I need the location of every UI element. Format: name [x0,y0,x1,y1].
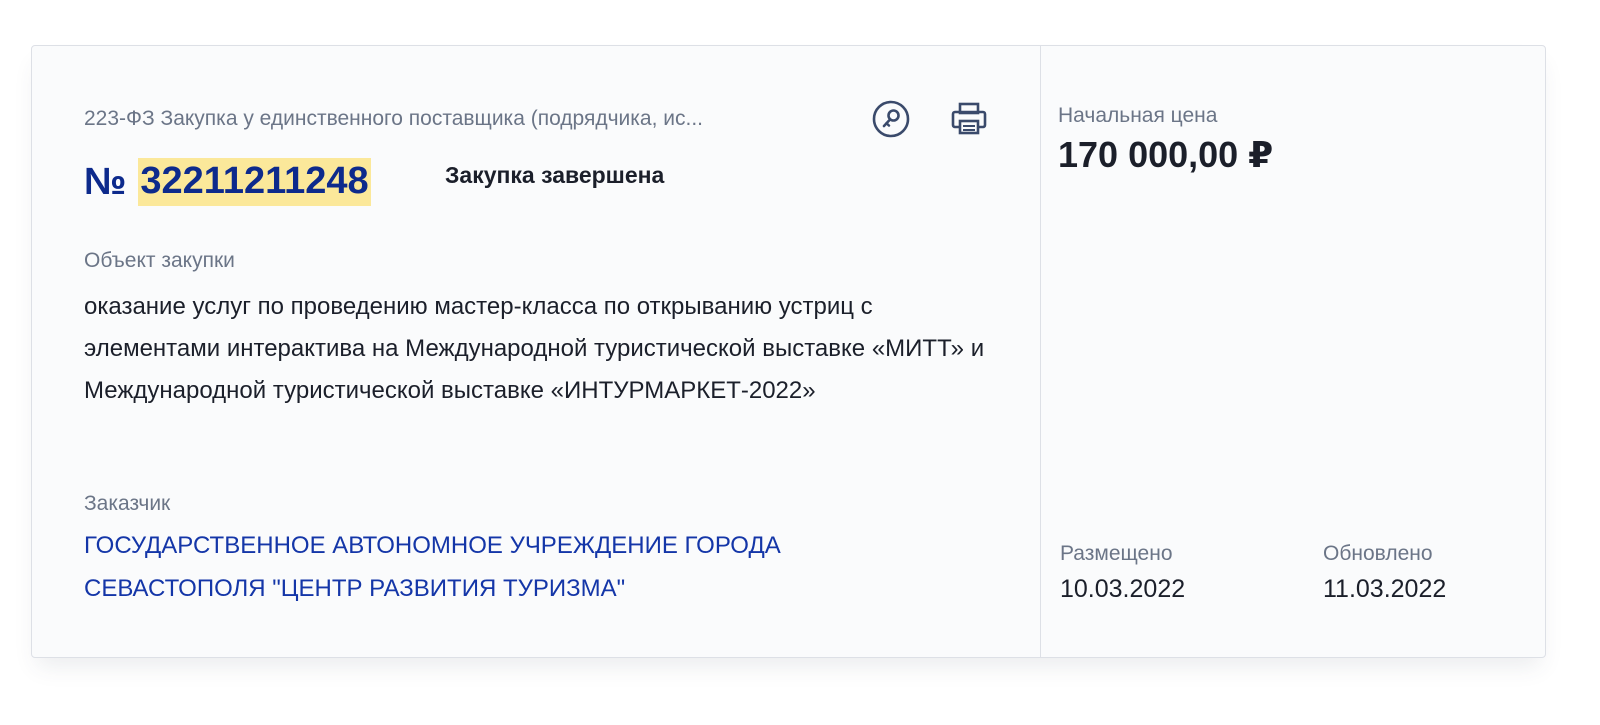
printer-icon [951,102,987,135]
procurement-number-link[interactable]: 32211211248 [138,158,371,206]
key-circle-icon [872,100,910,138]
price-label: Начальная цена [1058,104,1218,127]
customer-link[interactable]: ГОСУДАРСТВЕННОЕ АВТОНОМНОЕ УЧРЕЖДЕНИЕ ГО… [84,524,954,610]
number-sign: № [84,160,127,203]
print-button[interactable] [948,97,990,141]
procurement-card: 223-ФЗ Закупка у единственного поставщик… [31,45,1546,658]
posted-date: 10.03.2022 [1060,575,1186,603]
object-label: Объект закупки [84,249,235,272]
law-type-label: 223-ФЗ Закупка у единственного поставщик… [84,107,704,130]
object-description: оказание услуг по проведению мастер-клас… [84,293,985,404]
procurement-number: № 32211211248 [84,158,371,206]
updated-label: Обновлено [1323,542,1433,565]
customer-label: Заказчик [84,492,171,515]
signature-key-button[interactable] [870,97,912,141]
posted-label: Размещено [1060,542,1173,565]
updated-date: 11.03.2022 [1323,575,1447,603]
procurement-side-section: Начальная цена 170 000,00 ₽ Размещено 10… [1041,46,1545,657]
price-value: 170 000,00 ₽ [1058,134,1274,175]
status-label: Закупка завершена [445,162,665,188]
procurement-main-section: 223-ФЗ Закупка у единственного поставщик… [32,46,1041,657]
